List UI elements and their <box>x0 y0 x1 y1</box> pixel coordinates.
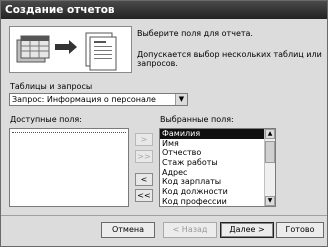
selected-field-item[interactable]: Стаж работы <box>160 158 264 168</box>
selected-fields-scrollbar[interactable]: ▲ ▼ <box>264 129 275 206</box>
remove-all-fields-button[interactable]: << <box>135 189 153 202</box>
intro-panel: Выберите поля для отчета. Допускается вы… <box>1 19 327 79</box>
tables-queries-select[interactable]: Запрос: Информация о персонале ▼ <box>9 93 188 106</box>
focus-rectangle <box>12 132 126 133</box>
selected-field-item[interactable]: Адрес <box>160 168 264 178</box>
available-fields-label: Доступные поля: <box>10 115 82 124</box>
finish-button[interactable]: Готово <box>276 222 324 238</box>
add-all-fields-button[interactable]: >> <box>135 150 153 163</box>
back-button[interactable]: < Назад <box>163 222 217 238</box>
remove-field-button[interactable]: < <box>135 173 153 186</box>
footer-divider <box>1 215 327 216</box>
selected-field-item[interactable]: Код должности <box>160 187 264 197</box>
available-fields-list[interactable] <box>9 128 129 207</box>
add-field-button[interactable]: > <box>135 133 153 146</box>
selected-fields-label: Выбранные поля: <box>160 115 234 124</box>
scroll-thumb[interactable] <box>265 141 275 163</box>
scroll-up-icon[interactable]: ▲ <box>265 129 275 139</box>
chevron-down-icon[interactable]: ▼ <box>175 94 187 105</box>
selected-fields-list[interactable]: Фамилия Имя Отчество Стаж работы Адрес Код за… <box>159 128 276 207</box>
selected-fields-items: Фамилия Имя Отчество Стаж работы Адрес Код за… <box>160 129 264 206</box>
report-wizard-window: Создание отчетов Выберите поля для отчет… <box>0 0 328 247</box>
window-title: Создание отчетов <box>1 1 327 19</box>
tables-label: Таблицы и запросы <box>10 82 93 91</box>
intro-text-fields: Выберите поля для отчета. <box>137 29 253 38</box>
report-wizard-illustration-icon <box>9 26 132 73</box>
selected-field-item[interactable]: Код зарплаты <box>160 177 264 187</box>
selected-field-item[interactable]: Фамилия <box>160 129 264 139</box>
cancel-button[interactable]: Отмена <box>101 222 155 238</box>
scroll-down-icon[interactable]: ▼ <box>265 196 275 206</box>
selected-field-item[interactable]: Отчество <box>160 148 264 158</box>
tables-queries-value: Запрос: Информация о персонале <box>12 95 156 104</box>
selected-field-item[interactable]: Имя <box>160 139 264 149</box>
intro-text-multiple: Допускается выбор нескольких таблиц или … <box>137 50 322 68</box>
next-button[interactable]: Далее > <box>220 222 274 238</box>
selected-field-item[interactable]: Код профессии <box>160 197 264 206</box>
